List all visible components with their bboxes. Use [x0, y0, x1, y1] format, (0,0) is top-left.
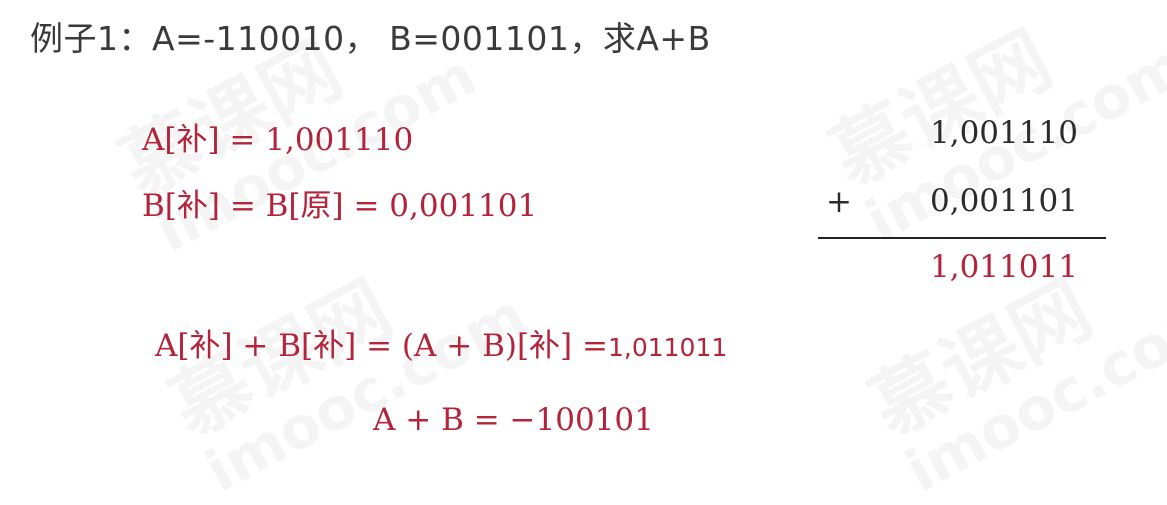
b-complement-equation: B[补] = B[原] = 0,001101 [142, 188, 538, 224]
addition-sum: 1,011011 [930, 249, 1078, 285]
final-result-equation: A + B = −100101 [373, 402, 654, 438]
addition-operator: + [826, 184, 852, 220]
complement-sum-lhs: A[补] + B[补] = (A + B)[补] = [155, 328, 608, 364]
example-heading: 例子1：A=-110010， B=001101，求A+B [30, 19, 711, 58]
addition-rule [818, 237, 1106, 239]
a-complement-equation: A[补] = 1,001110 [142, 122, 414, 158]
addition-operand-2: 0,001101 [930, 183, 1078, 219]
addition-operand-1: 1,001110 [930, 115, 1078, 151]
complement-sum-equation: A[补] + B[补] = (A + B)[补] =1,011011 [155, 320, 727, 365]
complement-sum-rhs: 1,011011 [607, 333, 728, 362]
